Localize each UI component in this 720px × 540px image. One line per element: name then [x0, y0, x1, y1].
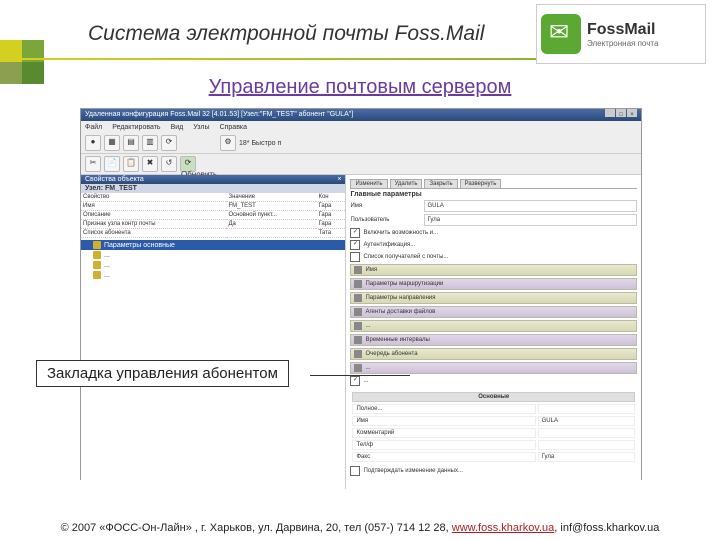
- folder-icon: [93, 241, 101, 249]
- copyright: © 2007 «ФОСС-Он-Лайн» , г. Харьков, ул. …: [61, 522, 452, 534]
- toolbar-icon[interactable]: 📋: [123, 156, 139, 172]
- section-icon: [354, 336, 362, 344]
- table-row: Признак узла контр почтыДаГара: [81, 220, 345, 229]
- checkbox[interactable]: ✓: [350, 376, 360, 386]
- checkbox-row: Список получателей с почты...: [350, 252, 637, 262]
- window-titlebar: Удаленная конфигурация Foss.Mail 32 [4.0…: [81, 109, 641, 121]
- right-panel: Изменить Удалить Закрыть Развернуть Глав…: [346, 175, 641, 489]
- property-table: СвойствоЗначениеКон ИмяFM_TESTГара Описа…: [81, 193, 345, 238]
- status-check: Подтверждать изменение данных...: [350, 466, 637, 476]
- section-header[interactable]: ...: [350, 320, 637, 332]
- table-row: Полное...: [352, 404, 635, 414]
- tree-item[interactable]: ...: [81, 250, 345, 260]
- section-header[interactable]: Временные интервалы: [350, 334, 637, 346]
- text-field[interactable]: Гула: [424, 214, 637, 226]
- section-header[interactable]: Параметры направления: [350, 292, 637, 304]
- panel-title: Свойства объекта×: [81, 175, 345, 184]
- callout-box: Закладка управления абонентом: [36, 360, 289, 387]
- folder-icon: [93, 261, 101, 269]
- toolbar-icon[interactable]: ⚙: [220, 135, 236, 151]
- toolbar-icon[interactable]: ✂: [85, 156, 101, 172]
- slide-subtitle: Управление почтовым сервером: [0, 76, 720, 99]
- section-header[interactable]: Имя: [350, 264, 637, 276]
- toolbar-icon[interactable]: ▦: [104, 135, 120, 151]
- table-row: Комментарий: [352, 428, 635, 438]
- toolbar-label: 18* Быстро п: [239, 140, 281, 147]
- logo-text: FossMail: [587, 21, 658, 39]
- section-header[interactable]: Очередь абонента: [350, 348, 637, 360]
- tree-item[interactable]: ...: [81, 270, 345, 280]
- checkbox[interactable]: ✓: [350, 240, 360, 250]
- menu-item[interactable]: Справка: [220, 124, 247, 131]
- toolbar-icon[interactable]: 📄: [104, 156, 120, 172]
- section-header[interactable]: Параметры маршрутизации: [350, 278, 637, 290]
- menu-bar[interactable]: Файл Редактировать Вид Узлы Справка: [81, 121, 641, 133]
- section-icon: [354, 322, 362, 330]
- close-icon: ×: [627, 109, 637, 117]
- text-field[interactable]: GULA: [424, 200, 637, 212]
- folder-icon: [93, 271, 101, 279]
- window-title: Удаленная конфигурация Foss.Mail 32 [4.0…: [85, 109, 353, 121]
- field-row: ПользовательГула: [350, 214, 637, 226]
- menu-item[interactable]: Узлы: [193, 124, 209, 131]
- footer-email: , inf@foss.kharkov.ua: [554, 522, 659, 534]
- section-header[interactable]: Агенты доставки файлов: [350, 306, 637, 318]
- toolbar-icon[interactable]: ●: [85, 135, 101, 151]
- menu-item[interactable]: Вид: [171, 124, 184, 131]
- field-row: ИмяGULA: [350, 200, 637, 212]
- tab-button[interactable]: Закрыть: [424, 179, 457, 188]
- toolbar-2: ✂ 📄 📋 ✖ ↺ ⟳ Обновить: [81, 154, 641, 175]
- slide-title: Система электронной почты Foss.Mail: [88, 22, 484, 46]
- section-icon: [354, 266, 362, 274]
- close-icon[interactable]: ×: [337, 176, 341, 183]
- window-controls[interactable]: _□×: [604, 109, 637, 121]
- section-icon: [354, 280, 362, 288]
- checkbox-row: ✓Аутентификация...: [350, 240, 637, 250]
- minimize-icon: _: [605, 109, 615, 117]
- menu-item[interactable]: Редактировать: [112, 124, 160, 131]
- section-header[interactable]: ...: [350, 362, 637, 374]
- app-screenshot: Удаленная конфигурация Foss.Mail 32 [4.0…: [80, 108, 642, 480]
- group-title: Главные параметры: [350, 191, 637, 198]
- table-row: ИмяFM_TESTГара: [81, 202, 345, 211]
- tab-bar: Изменить Удалить Закрыть Развернуть: [350, 179, 637, 189]
- section-icon: [354, 350, 362, 358]
- toolbar-1: ● ▦ ▤ ▥ ⟳ ⚙ 18* Быстро п: [81, 133, 641, 154]
- table-row: ФаксГула: [352, 452, 635, 462]
- node-label: Узел: FM_TEST: [81, 184, 345, 193]
- section-icon: [354, 364, 362, 372]
- maximize-icon: □: [616, 109, 626, 117]
- checkbox[interactable]: [350, 252, 360, 262]
- footer-link[interactable]: www.foss.kharkov.ua: [452, 522, 555, 534]
- table-row: ОписаниеОсновной пункт...Гара: [81, 211, 345, 220]
- menu-item[interactable]: Файл: [85, 124, 102, 131]
- checkbox-row: ✓Включить возможность и...: [350, 228, 637, 238]
- table-row: Список абонентаТата: [81, 229, 345, 238]
- toolbar-icon[interactable]: ▤: [123, 135, 139, 151]
- envelope-icon: [541, 14, 581, 54]
- folder-icon: [93, 251, 101, 259]
- logo: FossMail Электронная почта: [536, 4, 706, 64]
- table-row: ИмяGULA: [352, 416, 635, 426]
- tab-button[interactable]: Развернуть: [460, 179, 502, 188]
- left-panel: Свойства объекта× Узел: FM_TEST Свойство…: [81, 175, 346, 489]
- checkbox[interactable]: [350, 466, 360, 476]
- checkbox[interactable]: ✓: [350, 228, 360, 238]
- footer: © 2007 «ФОСС-Он-Лайн» , г. Харьков, ул. …: [0, 522, 720, 534]
- logo-subtitle: Электронная почта: [587, 39, 658, 48]
- toolbar-icon[interactable]: ✖: [142, 156, 158, 172]
- callout-connector: [310, 375, 410, 376]
- section-icon: [354, 294, 362, 302]
- toolbar-icon[interactable]: ▥: [142, 135, 158, 151]
- tree-item[interactable]: Параметры основные: [81, 240, 345, 250]
- section-icon: [354, 308, 362, 316]
- table-row: Тел/ф: [352, 440, 635, 450]
- tab-button[interactable]: Удалить: [390, 179, 423, 188]
- tab-button[interactable]: Изменить: [350, 179, 387, 188]
- tree-item[interactable]: ...: [81, 260, 345, 270]
- toolbar-icon[interactable]: ↺: [161, 156, 177, 172]
- refresh-icon[interactable]: ⟳ Обновить: [180, 156, 196, 172]
- toolbar-icon[interactable]: ⟳: [161, 135, 177, 151]
- bottom-grid: Основные Полное... ИмяGULA Комментарий Т…: [350, 390, 637, 464]
